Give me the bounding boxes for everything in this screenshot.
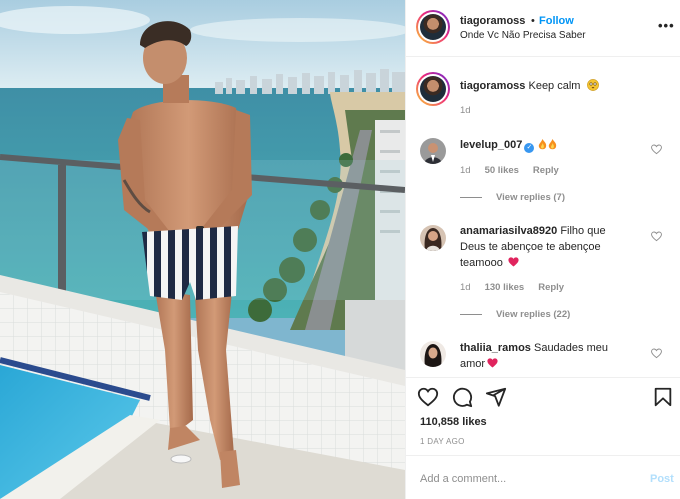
- author-username[interactable]: tiagoramoss: [460, 15, 525, 27]
- likes-count[interactable]: 110,858 likes: [420, 416, 487, 428]
- comment-text-line-1: Saudades meu: [533, 342, 608, 354]
- caption-text: Keep calm: [528, 80, 581, 92]
- post-time-ago[interactable]: 1 DAY AGO: [420, 437, 465, 446]
- comments-list[interactable]: tiagoramoss Keep calm 1d levelup_007 ✓ 1…: [406, 58, 680, 376]
- post-location[interactable]: Onde Vc Não Precisa Saber: [460, 30, 586, 41]
- caption-time: 1d: [460, 105, 471, 116]
- header-separator: •: [531, 15, 535, 27]
- view-replies-button[interactable]: View replies (7): [460, 192, 565, 203]
- comment-text-line-2: amor: [460, 358, 486, 370]
- comment-username[interactable]: levelup_007: [460, 139, 522, 151]
- fire-icon: [549, 139, 557, 150]
- more-options-icon[interactable]: •••: [658, 18, 675, 33]
- comment-like-heart-icon[interactable]: [651, 348, 662, 359]
- commenter-avatar[interactable]: [420, 138, 446, 164]
- red-heart-icon: [508, 257, 519, 267]
- verified-badge-icon: ✓: [524, 143, 535, 153]
- post-comment-button[interactable]: Post: [650, 473, 674, 485]
- comment-username[interactable]: thaliia_ramos: [460, 342, 531, 354]
- post-photo[interactable]: [0, 0, 405, 499]
- reply-button[interactable]: Reply: [533, 165, 559, 176]
- comment-icon[interactable]: [451, 386, 473, 408]
- comment-text-line-1: Filho que: [560, 225, 606, 237]
- post-actions: 110,858 likes 1 DAY AGO: [406, 377, 680, 449]
- send-icon[interactable]: [485, 386, 507, 408]
- caption-username[interactable]: tiagoramoss: [460, 80, 525, 92]
- comment-text-line-2: Deus te abençoe te abençoe: [460, 241, 601, 253]
- caption-avatar[interactable]: [416, 72, 450, 106]
- view-replies-label: View replies (22): [496, 309, 571, 320]
- comment-likes[interactable]: 50 likes: [485, 165, 519, 176]
- view-replies-button[interactable]: View replies (22): [460, 309, 570, 320]
- reply-button[interactable]: Reply: [538, 282, 564, 293]
- comment-meta: 1d 50 likes Reply: [460, 165, 573, 176]
- instagram-post-view: tiagoramoss • Follow Onde Vc Não Precisa…: [0, 0, 680, 499]
- comment-likes[interactable]: 130 likes: [485, 282, 525, 293]
- comment-like-heart-icon[interactable]: [651, 231, 662, 242]
- comment-meta: 1d 130 likes Reply: [460, 282, 578, 293]
- post-photo-illustration: [0, 0, 405, 499]
- comment-username[interactable]: anamariasilva8920: [460, 225, 557, 237]
- comment-time: 1d: [460, 282, 471, 293]
- post-header: tiagoramoss • Follow Onde Vc Não Precisa…: [406, 0, 680, 57]
- add-comment-bar: Post: [406, 455, 680, 499]
- commenter-avatar[interactable]: [420, 225, 446, 251]
- red-heart-icon: [487, 358, 498, 368]
- comment-time: 1d: [460, 165, 471, 176]
- post-details-panel: tiagoramoss • Follow Onde Vc Não Precisa…: [405, 0, 680, 499]
- view-replies-label: View replies (7): [496, 192, 565, 203]
- follow-button[interactable]: Follow: [539, 15, 574, 27]
- author-avatar[interactable]: [416, 10, 450, 44]
- comment-text-line-3: teamooo: [460, 257, 503, 269]
- bookmark-icon[interactable]: [652, 386, 674, 408]
- flushed-face-icon: [586, 79, 599, 91]
- comment-input[interactable]: [420, 470, 630, 488]
- fire-icon: [539, 139, 547, 150]
- comment-like-heart-icon[interactable]: [651, 144, 662, 155]
- heart-icon[interactable]: [417, 386, 439, 408]
- commenter-avatar[interactable]: [420, 341, 446, 367]
